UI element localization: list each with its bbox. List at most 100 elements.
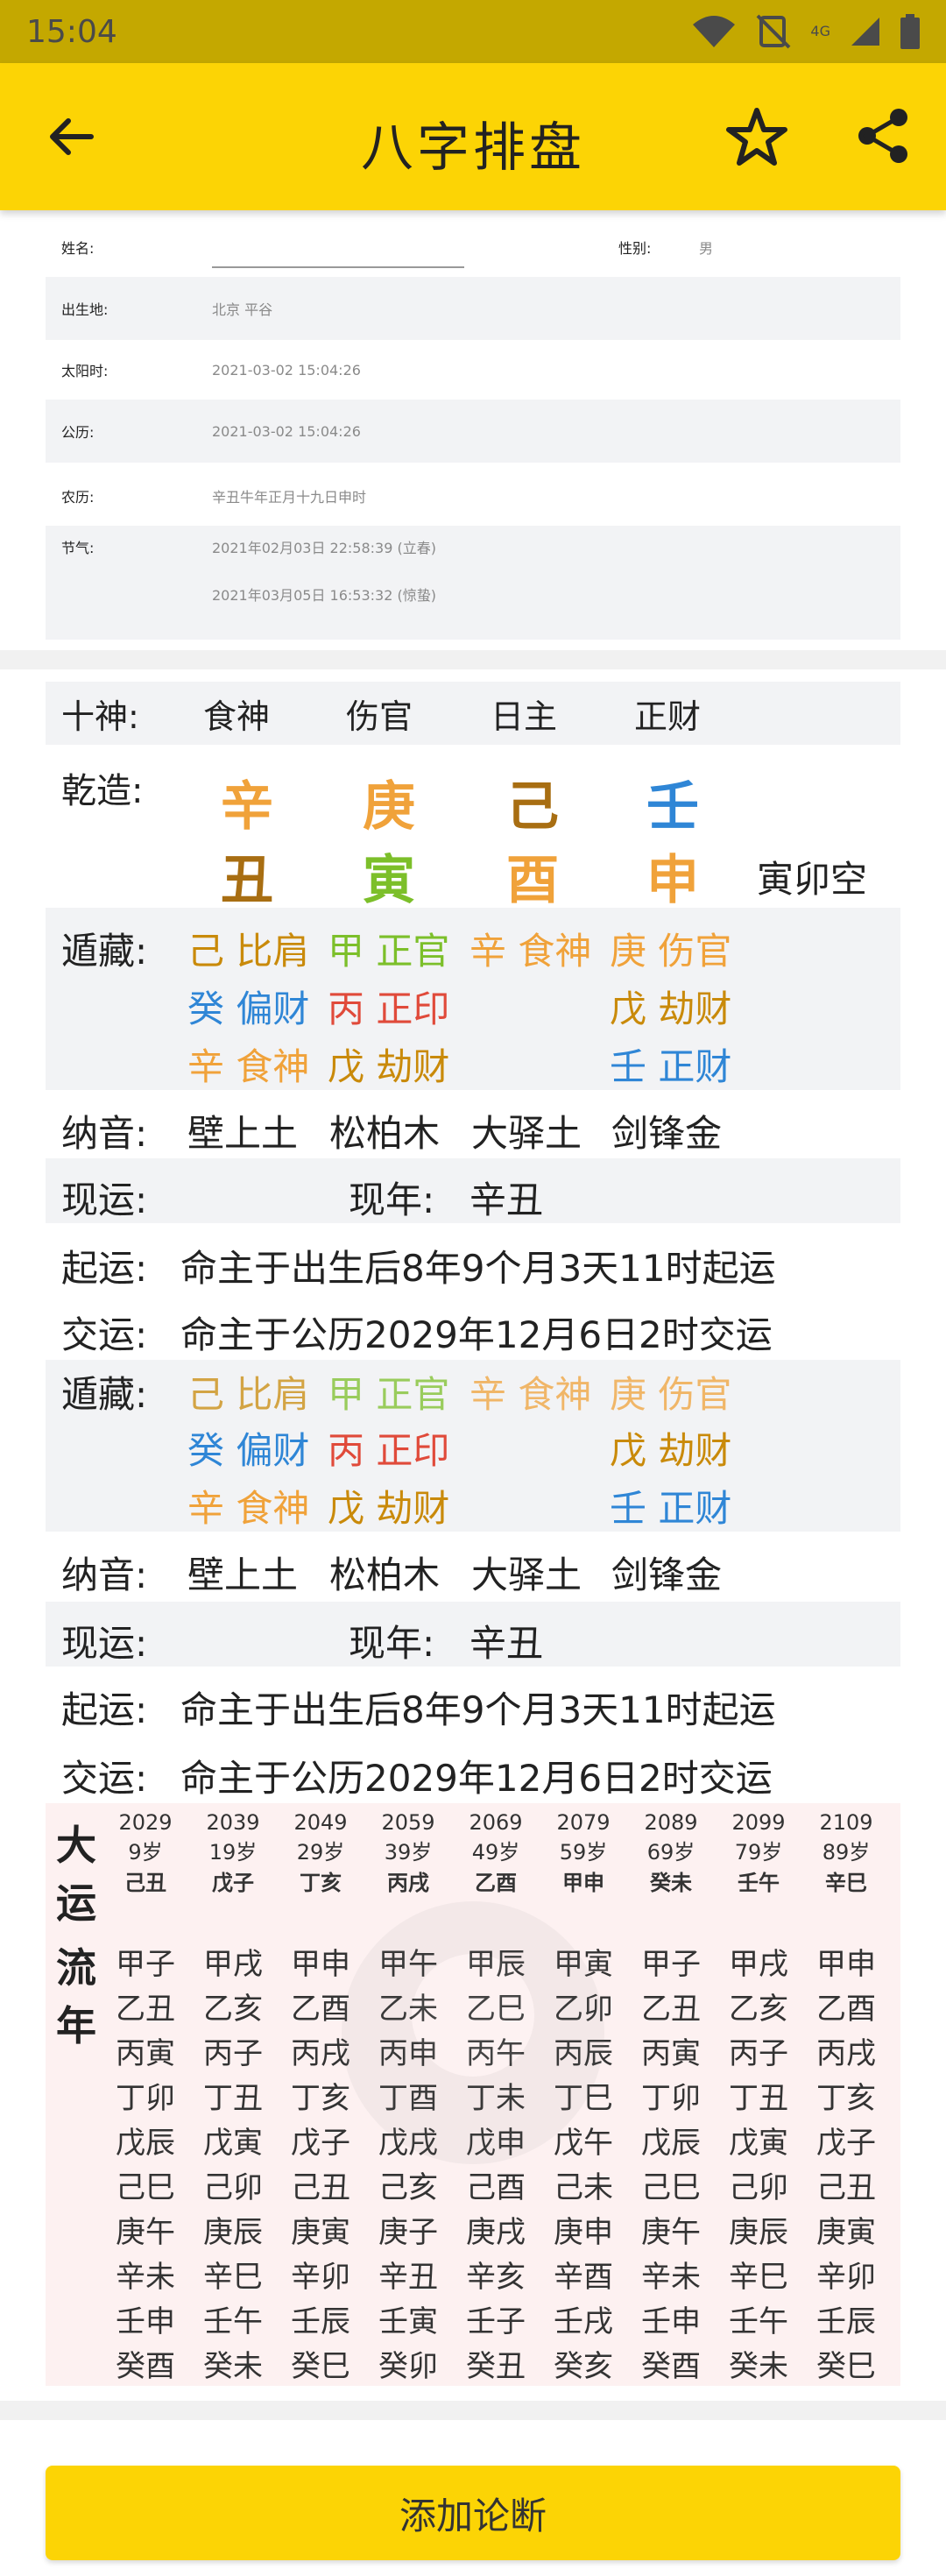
liunian-cell: 甲子 <box>641 1947 701 1982</box>
lunar-row: 农历: 辛丑牛年正月十九日申时 <box>46 464 900 527</box>
solar-time-value: 2021-03-02 15:04:26 <box>212 361 361 379</box>
dayun-year: 2059 <box>381 1810 435 1835</box>
lunar-label: 农历: <box>61 489 95 506</box>
liunian-cell: 庚辰 <box>203 2215 263 2250</box>
nayin-1: 壁上土 <box>187 1112 299 1155</box>
liunian-cell: 丙寅 <box>641 2036 701 2071</box>
liunian-cell: 乙丑 <box>641 1992 701 2027</box>
shishen-2: 伤官 <box>346 697 413 736</box>
star-icon[interactable] <box>724 103 790 170</box>
qianzao-label: 乾造: <box>61 771 144 811</box>
liunian-cell: 乙酉 <box>816 1992 876 2027</box>
dayun-year: 2029 <box>118 1810 173 1835</box>
solar-term-2: 2021年03月05日 16:53:32 (惊蛰) <box>212 587 436 604</box>
dayun-column[interactable]: 2109 89岁 辛巳 <box>802 1810 890 1896</box>
dayun-column[interactable]: 2039 19岁 戊子 <box>189 1810 277 1896</box>
shishen-4: 正财 <box>634 697 702 736</box>
dayun-column[interactable]: 2029 9岁 己丑 <box>102 1810 189 1896</box>
dunzang-label: 遁藏: <box>61 930 148 973</box>
dayun-column[interactable]: 2089 69岁 癸未 <box>627 1810 715 1896</box>
divider <box>0 650 946 669</box>
page-title: 八字排盘 <box>361 117 585 179</box>
share-icon[interactable] <box>855 107 913 165</box>
add-comment-button[interactable]: 添加论断 <box>46 2466 900 2560</box>
liunian-cell: 丙戌 <box>816 2036 876 2071</box>
dayun-age: 19岁 <box>208 1840 258 1865</box>
liunian-cell: 庚辰 <box>729 2215 788 2250</box>
qiyun-label-2: 起运: <box>61 1688 148 1731</box>
liunian-cell: 戊寅 <box>203 2126 263 2161</box>
dayun-year: 2069 <box>469 1810 523 1835</box>
hidden-3-2: 戊 劫财 <box>328 1045 450 1088</box>
xianyun-label-2: 现运: <box>61 1622 148 1665</box>
branch-3: 酉 <box>506 850 559 911</box>
liunian-cell: 壬申 <box>116 2304 175 2339</box>
nayin-b-2: 松柏木 <box>329 1553 441 1596</box>
birthplace-row: 出生地: 北京 平谷 <box>46 277 900 340</box>
gender-label: 性别: <box>618 240 652 257</box>
branch-4: 申 <box>646 850 699 911</box>
dayun-age: 59岁 <box>559 1840 608 1865</box>
stem-3: 己 <box>506 776 559 838</box>
hidden-2-2: 丙 正印 <box>328 987 450 1030</box>
liunian-cell: 乙亥 <box>203 1992 263 2027</box>
liunian-cell: 癸未 <box>729 2349 788 2384</box>
liunian-cell: 甲戌 <box>203 1947 263 1982</box>
dayun-age: 49岁 <box>471 1840 520 1865</box>
shishen-3: 日主 <box>491 697 558 736</box>
dayun-age: 39岁 <box>384 1840 433 1865</box>
liunian-cell: 丁卯 <box>116 2081 175 2116</box>
hidden-b-2-3: 戊 劫财 <box>610 1429 732 1472</box>
gregorian-value: 2021-03-02 15:04:26 <box>212 422 361 440</box>
kong-label: 寅卯空 <box>757 858 868 901</box>
gender-value: 男 <box>699 240 714 257</box>
solar-time-row: 太阳时: 2021-03-02 15:04:26 <box>46 338 900 401</box>
liunian-cell: 壬辰 <box>816 2304 876 2339</box>
xiannian-value-2: 辛丑 <box>469 1622 544 1665</box>
no-sim-icon <box>757 14 791 49</box>
dayun-year: 2079 <box>556 1810 611 1835</box>
liunian-cell: 丙寅 <box>116 2036 175 2071</box>
hidden-1-2: 甲 正官 <box>328 930 450 973</box>
liunian-cell: 庚寅 <box>816 2215 876 2250</box>
nayin-label: 纳音: <box>61 1112 148 1155</box>
dayun-column[interactable]: 2099 79岁 壬午 <box>715 1810 802 1896</box>
solar-term-row: 节气: 2021年02月03日 22:58:39 (立春) 2021年03月05… <box>46 526 900 640</box>
status-icons: 4G <box>691 14 920 49</box>
liunian-cell: 壬申 <box>641 2304 701 2339</box>
liunian-cell: 戊寅 <box>729 2126 788 2161</box>
nayin-3: 大驿土 <box>471 1112 582 1155</box>
liunian-cell: 戊辰 <box>641 2126 701 2161</box>
hidden-b-1-2: 甲 正官 <box>328 1373 450 1416</box>
dayun-ganzhi: 丙戌 <box>387 1871 429 1895</box>
dayun-column[interactable]: 2079 59岁 甲申 <box>540 1810 627 1896</box>
hidden-b-3-1: 辛 食神 <box>187 1487 310 1530</box>
gregorian-row: 公历: 2021-03-02 15:04:26 <box>46 400 900 463</box>
dayun-ganzhi: 壬午 <box>738 1871 780 1895</box>
liunian-cell: 丙子 <box>729 2036 788 2071</box>
name-input[interactable] <box>212 266 464 268</box>
bottom-divider <box>0 2401 946 2420</box>
nayin-b-1: 壁上土 <box>187 1553 299 1596</box>
liunian-char-1: 流 <box>56 1944 96 1992</box>
dayun-column[interactable]: 2059 39岁丙戌 <box>364 1810 452 1896</box>
liunian-cell: 辛酉 <box>554 2260 613 2295</box>
liunian-cell: 癸酉 <box>116 2349 175 2384</box>
liunian-cell: 己巳 <box>116 2170 175 2205</box>
liunian-cell: 癸巳 <box>816 2349 876 2384</box>
dayun-ganzhi: 乙酉 <box>475 1871 517 1895</box>
hidden-b-1-1: 己 比肩 <box>187 1373 310 1416</box>
dayun-year: 2109 <box>819 1810 873 1835</box>
app-bar: 八字排盘 <box>0 63 946 210</box>
liunian-cell: 己卯 <box>203 2170 263 2205</box>
dayun-column[interactable]: 2069 49岁乙酉 <box>452 1810 540 1896</box>
dayun-year: 2039 <box>206 1810 260 1835</box>
solar-term-label: 节气: <box>61 540 95 556</box>
shishen-1: 食神 <box>203 697 271 736</box>
hidden-b-3-3: 壬 正财 <box>610 1487 732 1530</box>
nayin-b-4: 剑锋金 <box>611 1553 723 1596</box>
status-time: 15:04 <box>26 13 117 50</box>
dayun-age: 69岁 <box>646 1840 695 1865</box>
jiaoyun-value: 命主于公历2029年12月6日2时交运 <box>180 1313 773 1356</box>
dayun-column[interactable]: 2049 29岁 丁亥 <box>277 1810 364 1896</box>
